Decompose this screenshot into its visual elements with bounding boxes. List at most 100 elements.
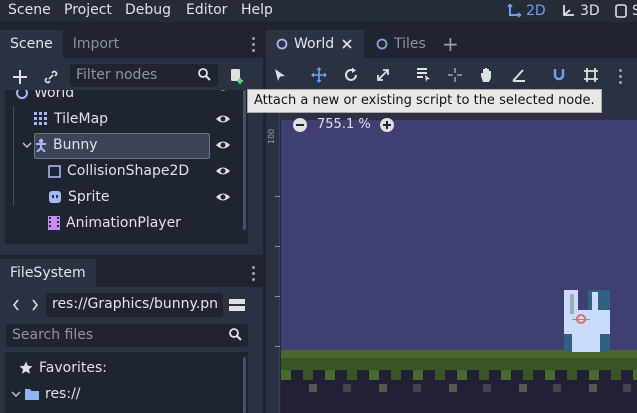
tilemap-icon	[34, 112, 48, 126]
grid-snap-button[interactable]	[581, 65, 601, 85]
plus-icon	[383, 121, 391, 129]
tab-world[interactable]: World	[266, 30, 364, 58]
workspace-3d-button[interactable]: 3D	[561, 1, 600, 21]
kinematic-body-icon	[34, 138, 48, 152]
filter-nodes-placeholder: Filter nodes	[76, 67, 158, 83]
ruler-label: 100	[267, 128, 276, 144]
cursor-icon	[274, 68, 286, 82]
ruler-mode-button[interactable]	[509, 65, 529, 85]
bunny-sprite[interactable]	[564, 290, 610, 352]
folder-icon	[25, 388, 39, 400]
smart-snap-button[interactable]	[549, 65, 569, 85]
favorites-item[interactable]: Favorites:	[5, 355, 235, 381]
tab-import[interactable]: Import	[63, 30, 129, 58]
filesystem-dock-tabs: FileSystem	[0, 259, 263, 287]
visibility-eye-icon[interactable]	[215, 164, 231, 178]
split-view-icon	[229, 298, 245, 312]
zoom-out-button[interactable]	[293, 118, 307, 132]
history-forward-button[interactable]	[28, 296, 42, 314]
chevron-left-icon	[12, 299, 20, 311]
tree-item-world[interactable]: World	[5, 90, 248, 106]
history-back-button[interactable]	[9, 296, 23, 314]
tab-tiles[interactable]: Tiles	[366, 30, 436, 58]
menu-project[interactable]: Project	[64, 1, 112, 21]
visibility-eye-icon[interactable]	[215, 90, 231, 94]
add-node-button[interactable]	[9, 66, 31, 88]
link-icon	[44, 70, 58, 84]
animation-player-icon	[48, 216, 60, 230]
dirt-stones	[281, 384, 637, 392]
workspace-3d-label: 3D	[580, 3, 600, 19]
file-tree: Favorites: res://	[5, 352, 248, 413]
tree-item-label: AnimationPlayer	[66, 215, 181, 231]
visibility-eye-icon[interactable]	[215, 138, 231, 152]
scene-tree: World TileMap Bunny CollisionShape2D Spr…	[5, 90, 248, 244]
tree-item-sprite[interactable]: Sprite	[5, 184, 248, 210]
scene-dock-menu-icon[interactable]	[251, 37, 255, 52]
select-mode-button[interactable]	[270, 65, 290, 85]
visibility-eye-icon[interactable]	[215, 190, 231, 204]
scene-tree-scrollbar[interactable]	[243, 90, 246, 230]
workspace-2d-button[interactable]: 2D	[507, 1, 546, 21]
file-tree-scrollbar[interactable]	[243, 357, 246, 413]
workspace-script-button[interactable]: S	[615, 1, 637, 21]
chevron-down-icon[interactable]	[22, 140, 32, 150]
canvas-toolbar	[266, 62, 637, 88]
zoom-in-button[interactable]	[380, 118, 394, 132]
scene-tabs: World Tiles +	[266, 30, 637, 58]
pivot-mode-button[interactable]	[445, 65, 465, 85]
menu-editor[interactable]: Editor	[186, 1, 227, 21]
plus-icon	[13, 70, 27, 84]
menu-help[interactable]: Help	[241, 1, 273, 21]
menu-scene[interactable]: Scene	[8, 1, 51, 21]
tree-item-label: Bunny	[53, 137, 98, 153]
move-icon	[311, 67, 327, 83]
zoom-level[interactable]: 755.1 %	[317, 116, 371, 134]
vertical-ruler: 100	[266, 106, 280, 413]
filesystem-menu-icon[interactable]	[251, 266, 255, 281]
close-icon[interactable]	[342, 39, 352, 49]
add-scene-tab-button[interactable]: +	[442, 32, 459, 56]
move-mode-button[interactable]	[309, 65, 329, 85]
search-files-input[interactable]: Search files	[6, 324, 248, 347]
minus-icon	[296, 121, 304, 129]
tree-item-collisionshape2d[interactable]: CollisionShape2D	[5, 158, 248, 184]
toolbar-more-icon[interactable]	[618, 69, 622, 84]
scale-icon	[376, 68, 390, 82]
2d-icon	[507, 4, 521, 18]
search-files-placeholder: Search files	[12, 327, 94, 343]
tree-item-tilemap[interactable]: TileMap	[5, 106, 248, 132]
res-folder-label: res://	[45, 386, 81, 402]
tree-item-bunny[interactable]: Bunny	[5, 132, 248, 158]
grid-icon	[583, 67, 599, 83]
tab-scene[interactable]: Scene	[0, 30, 63, 58]
sprite-icon	[48, 190, 62, 204]
res-folder-item[interactable]: res://	[5, 381, 235, 407]
scene-dock: Scene Import Filter nodes World TileMap …	[0, 30, 263, 255]
split-view-button[interactable]	[228, 296, 246, 314]
workspace-2d-label: 2D	[526, 3, 546, 19]
workspace-script-label: S	[632, 3, 637, 19]
tree-item-animationplayer[interactable]: AnimationPlayer	[5, 210, 248, 236]
visibility-eye-icon[interactable]	[215, 112, 231, 126]
hand-icon	[479, 67, 495, 83]
chevron-right-icon	[31, 299, 39, 311]
chevron-down-icon[interactable]	[11, 389, 21, 399]
pan-mode-button[interactable]	[477, 65, 497, 85]
canvas-viewport[interactable]: 100 755.1 %	[266, 106, 637, 413]
tree-item-label: TileMap	[54, 111, 109, 127]
node2d-icon	[276, 38, 288, 50]
list-mode-button[interactable]	[413, 65, 433, 85]
instance-scene-button[interactable]	[40, 66, 62, 88]
collision-shape-icon	[48, 164, 61, 178]
tree-item-label: Sprite	[68, 189, 110, 205]
scale-mode-button[interactable]	[373, 65, 393, 85]
rotate-mode-button[interactable]	[341, 65, 361, 85]
attach-script-button[interactable]	[226, 65, 248, 87]
filter-nodes-input[interactable]: Filter nodes	[70, 64, 218, 87]
pivot-icon	[447, 67, 463, 83]
tab-filesystem[interactable]: FileSystem	[0, 259, 96, 287]
menu-debug[interactable]: Debug	[125, 1, 171, 21]
path-field[interactable]: res://Graphics/bunny.pn	[46, 293, 223, 317]
menu-bar: Scene Project Debug Editor Help 2D 3D S	[0, 0, 637, 22]
